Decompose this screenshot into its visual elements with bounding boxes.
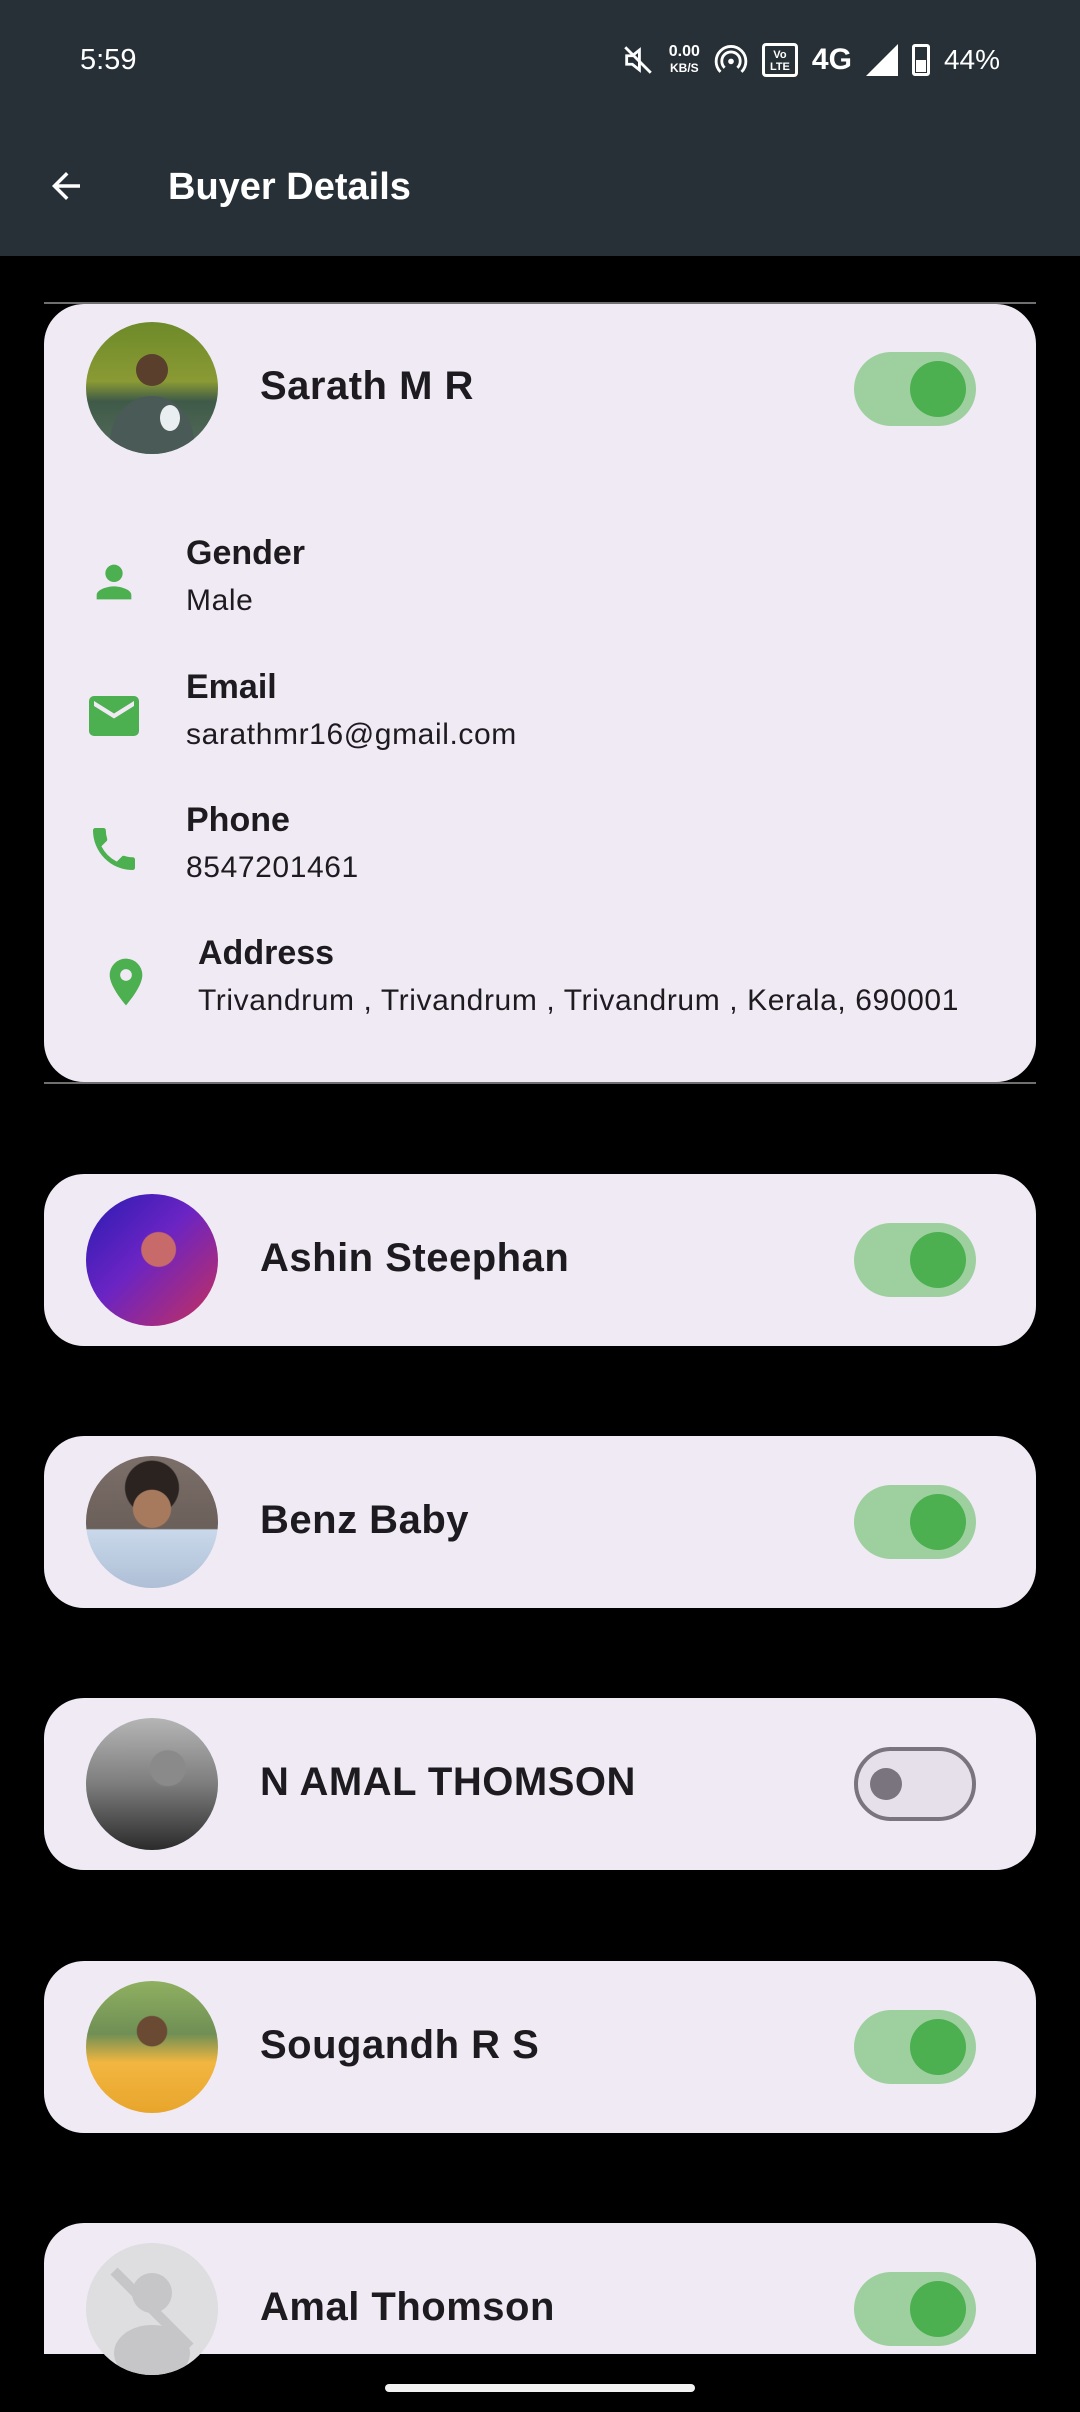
status-icons: 0.00 KB/S Vo LTE 4G 44% xyxy=(621,40,1000,80)
buyer-name: Ashin Steephan xyxy=(260,1236,570,1280)
buyer-status-toggle[interactable] xyxy=(854,1747,976,1821)
toggle-knob xyxy=(910,1232,966,1288)
buyer-status-toggle[interactable] xyxy=(854,1223,976,1297)
detail-value: Male xyxy=(186,584,254,617)
hotspot-icon xyxy=(714,45,748,73)
status-time: 5:59 xyxy=(80,44,137,76)
data-speed-unit: KB/S xyxy=(670,61,699,75)
buyer-status-toggle[interactable] xyxy=(854,2010,976,2084)
buyer-name: Sarath M R xyxy=(260,364,474,408)
avatar xyxy=(86,2243,218,2375)
buyer-card[interactable]: Sougandh R S xyxy=(44,1961,1036,2133)
detail-email: Email sarathmr16@gmail.com xyxy=(44,668,1036,778)
avatar xyxy=(86,1194,218,1326)
location-pin-icon xyxy=(96,952,156,1012)
toggle-knob xyxy=(870,1768,902,1800)
volte-bottom: LTE xyxy=(769,61,790,73)
page-title: Buyer Details xyxy=(168,166,411,208)
buyer-card[interactable]: Benz Baby xyxy=(44,1436,1036,1608)
detail-label: Address xyxy=(198,934,335,972)
detail-gender: Gender Male xyxy=(44,534,1036,644)
toggle-knob xyxy=(910,1494,966,1550)
buyer-name: Amal Thomson xyxy=(260,2285,555,2329)
no-photo-icon xyxy=(110,2267,194,2375)
mail-icon xyxy=(84,686,144,746)
network-type: 4G xyxy=(811,43,852,76)
buyer-status-toggle[interactable] xyxy=(854,352,976,426)
phone-icon xyxy=(84,819,144,879)
avatar xyxy=(86,322,218,454)
detail-phone: Phone 8547201461 xyxy=(44,801,1036,911)
back-button[interactable] xyxy=(38,158,94,214)
buyer-name: Sougandh R S xyxy=(260,2023,540,2067)
avatar xyxy=(86,1981,218,2113)
data-speed: 0.00 KB/S xyxy=(669,44,700,76)
buyer-status-toggle[interactable] xyxy=(854,2272,976,2346)
toggle-knob xyxy=(910,2019,966,2075)
arrow-back-icon xyxy=(52,172,80,200)
detail-value[interactable]: 8547201461 xyxy=(186,851,359,885)
buyer-status-toggle[interactable] xyxy=(854,1485,976,1559)
detail-address: Address Trivandrum , Trivandrum , Trivan… xyxy=(44,934,1036,1044)
buyer-card[interactable]: Ashin Steephan xyxy=(44,1174,1036,1346)
battery-percent: 44% xyxy=(943,44,1000,75)
toggle-knob xyxy=(910,2281,966,2337)
detail-value: Trivandrum , Trivandrum , Trivandrum , K… xyxy=(198,984,959,1017)
signal-icon xyxy=(865,44,898,76)
home-indicator[interactable] xyxy=(385,2384,695,2392)
person-icon xyxy=(84,552,144,612)
app-bar: Buyer Details xyxy=(0,128,1080,256)
status-bar: 5:59 0.00 KB/S Vo LTE 4G 44% xyxy=(0,0,1080,128)
detail-label: Gender xyxy=(186,534,306,572)
data-speed-value: 0.00 xyxy=(668,43,700,60)
buyer-card[interactable]: N AMAL THOMSON xyxy=(44,1698,1036,1870)
top-bar: 5:59 0.00 KB/S Vo LTE 4G 44% Buyer Detail… xyxy=(0,0,1080,256)
detail-value[interactable]: sarathmr16@gmail.com xyxy=(186,718,517,752)
buyer-card-expanded[interactable]: Sarath M R Gender Male Email sarathmr16@… xyxy=(44,304,1036,1082)
divider-bottom xyxy=(44,1082,1036,1084)
avatar xyxy=(86,1456,218,1588)
buyer-name: N AMAL THOMSON xyxy=(260,1760,636,1804)
volte-icon: Vo LTE xyxy=(761,43,798,77)
buyer-name: Benz Baby xyxy=(260,1498,469,1542)
mute-icon xyxy=(624,46,652,74)
volte-top: Vo xyxy=(773,49,787,61)
battery-icon xyxy=(911,44,930,76)
toggle-knob xyxy=(910,361,966,417)
avatar xyxy=(86,1718,218,1850)
detail-label: Email xyxy=(186,668,277,706)
detail-label: Phone xyxy=(186,801,290,839)
buyer-card[interactable]: Amal Thomson xyxy=(44,2223,1036,2375)
